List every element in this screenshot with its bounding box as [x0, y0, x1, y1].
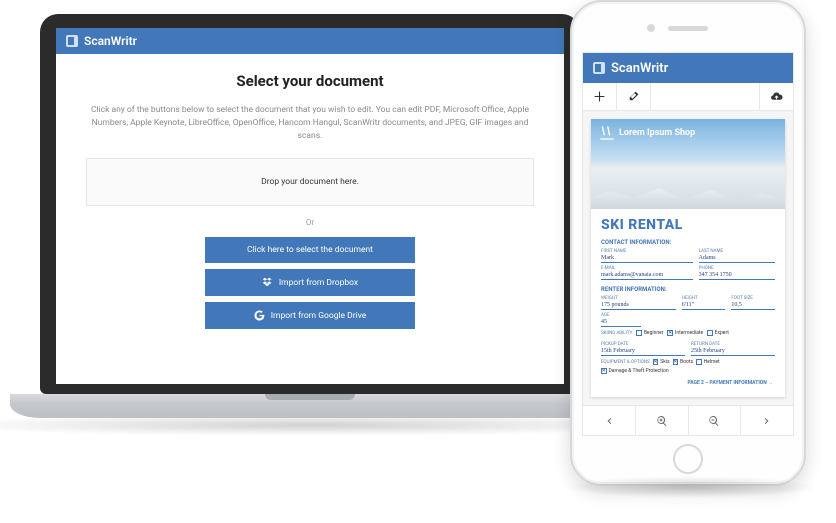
height-value: 6'11" — [682, 301, 726, 310]
import-gdrive-label: Import from Google Drive — [271, 311, 367, 321]
last-name-value: Adams — [699, 254, 775, 263]
phone-shadow — [562, 476, 818, 498]
document-viewport[interactable]: Lorem Ipsum Shop SKI RENTAL CONTACT INFO… — [583, 111, 793, 405]
import-gdrive-button[interactable]: Import from Google Drive — [205, 302, 415, 329]
eraser-button[interactable] — [617, 83, 651, 110]
document-page: Lorem Ipsum Shop SKI RENTAL CONTACT INFO… — [591, 119, 785, 397]
ability-intermediate-checkbox: ✕ — [667, 330, 673, 336]
skis-icon — [599, 125, 615, 141]
chevron-left-icon — [603, 415, 615, 427]
google-icon — [254, 310, 265, 321]
shop-name: Lorem Ipsum Shop — [619, 128, 695, 138]
scanwritr-logo-icon — [66, 35, 78, 47]
ability-beginner-checkbox — [636, 330, 642, 336]
section-renter: RENTER INFORMATION: — [601, 286, 775, 293]
cloud-upload-button[interactable] — [759, 83, 793, 110]
ability-opt-1: Intermediate — [675, 330, 703, 336]
zoom-in-icon — [656, 415, 668, 427]
cloud-upload-icon — [770, 90, 783, 103]
ability-label: Skiing Ability — [601, 331, 632, 336]
laptop-device: ScanWritr Select your document Click any… — [30, 14, 590, 492]
next-page-button[interactable] — [741, 406, 793, 435]
chevron-right-icon — [761, 415, 773, 427]
dropbox-icon — [262, 277, 273, 288]
first-name-value: Mark — [601, 254, 693, 263]
pickup-value: 15th February — [601, 347, 685, 356]
phone-home-button[interactable] — [673, 444, 703, 474]
add-button[interactable] — [583, 83, 617, 110]
import-dropbox-button[interactable]: Import from Dropbox — [205, 269, 415, 296]
laptop-body: Select your document Click any of the bu… — [56, 54, 564, 355]
phone-speaker — [668, 26, 708, 31]
app-title: ScanWritr — [84, 34, 137, 48]
ability-opt-2: Expert — [715, 330, 729, 336]
document-hero: Lorem Ipsum Shop — [591, 119, 785, 209]
laptop-screen: ScanWritr Select your document Click any… — [56, 28, 564, 384]
opt-boots-checkbox: ✕ — [673, 359, 679, 365]
opt-skis-checkbox: ✕ — [653, 359, 659, 365]
age-value: 45 — [601, 318, 641, 327]
page-heading: Select your document — [86, 72, 534, 90]
dropzone-label: Drop your document here. — [261, 177, 359, 187]
select-document-button[interactable]: Click here to select the document — [205, 237, 415, 263]
phone-device: ScanWritr Lorem Ipsum Shop — [570, 0, 806, 486]
laptop-base — [10, 394, 610, 418]
zoom-out-button[interactable] — [689, 406, 742, 435]
options-label: Equipment & Options — [601, 360, 650, 365]
doc-page-footer: PAGE 2 – PAYMENT INFORMATION → — [601, 380, 775, 386]
zoom-in-button[interactable] — [636, 406, 689, 435]
phone-value: 347 354 1750 — [699, 271, 775, 280]
opt-2: Helmet — [704, 359, 720, 365]
phone-bottom-nav — [583, 405, 793, 435]
section-contact: CONTACT INFORMATION: — [601, 239, 775, 246]
eraser-icon — [627, 90, 640, 103]
page-description: Click any of the buttons below to select… — [86, 104, 534, 142]
phone-screen: ScanWritr Lorem Ipsum Shop — [582, 52, 794, 436]
phone-toolbar — [583, 83, 793, 111]
import-dropbox-label: Import from Dropbox — [279, 278, 358, 288]
phone-app-header: ScanWritr — [583, 53, 793, 83]
doc-title: SKI RENTAL — [601, 217, 775, 233]
app-header: ScanWritr — [56, 28, 564, 54]
ability-expert-checkbox — [707, 330, 713, 336]
select-document-label: Click here to select the document — [247, 245, 373, 255]
shop-brand: Lorem Ipsum Shop — [599, 125, 695, 141]
document-content: SKI RENTAL CONTACT INFORMATION: First Na… — [591, 209, 785, 397]
zoom-out-icon — [708, 415, 720, 427]
return-value: 25th February — [691, 347, 775, 356]
email-value: mark.adams@vanaia.com — [601, 271, 693, 280]
opt-1: Boots — [680, 359, 693, 365]
dropzone[interactable]: Drop your document here. — [86, 158, 534, 206]
foot-value: 10,5 — [731, 301, 775, 310]
add-icon — [593, 90, 606, 103]
opt-3: Damage & Theft Protection — [609, 368, 669, 374]
prev-page-button[interactable] — [583, 406, 636, 435]
opt-protection-checkbox: ✕ — [601, 368, 607, 374]
opt-helmet-checkbox — [696, 359, 702, 365]
phone-app-title: ScanWritr — [611, 61, 668, 76]
weight-value: 175 pounds — [601, 301, 676, 310]
phone-camera — [647, 24, 655, 32]
scanwritr-logo-icon — [593, 62, 605, 74]
or-separator: Or — [86, 218, 534, 227]
opt-0: Skis — [660, 359, 669, 365]
ability-opt-0: Beginner — [644, 330, 664, 336]
laptop-bezel: ScanWritr Select your document Click any… — [40, 14, 580, 394]
